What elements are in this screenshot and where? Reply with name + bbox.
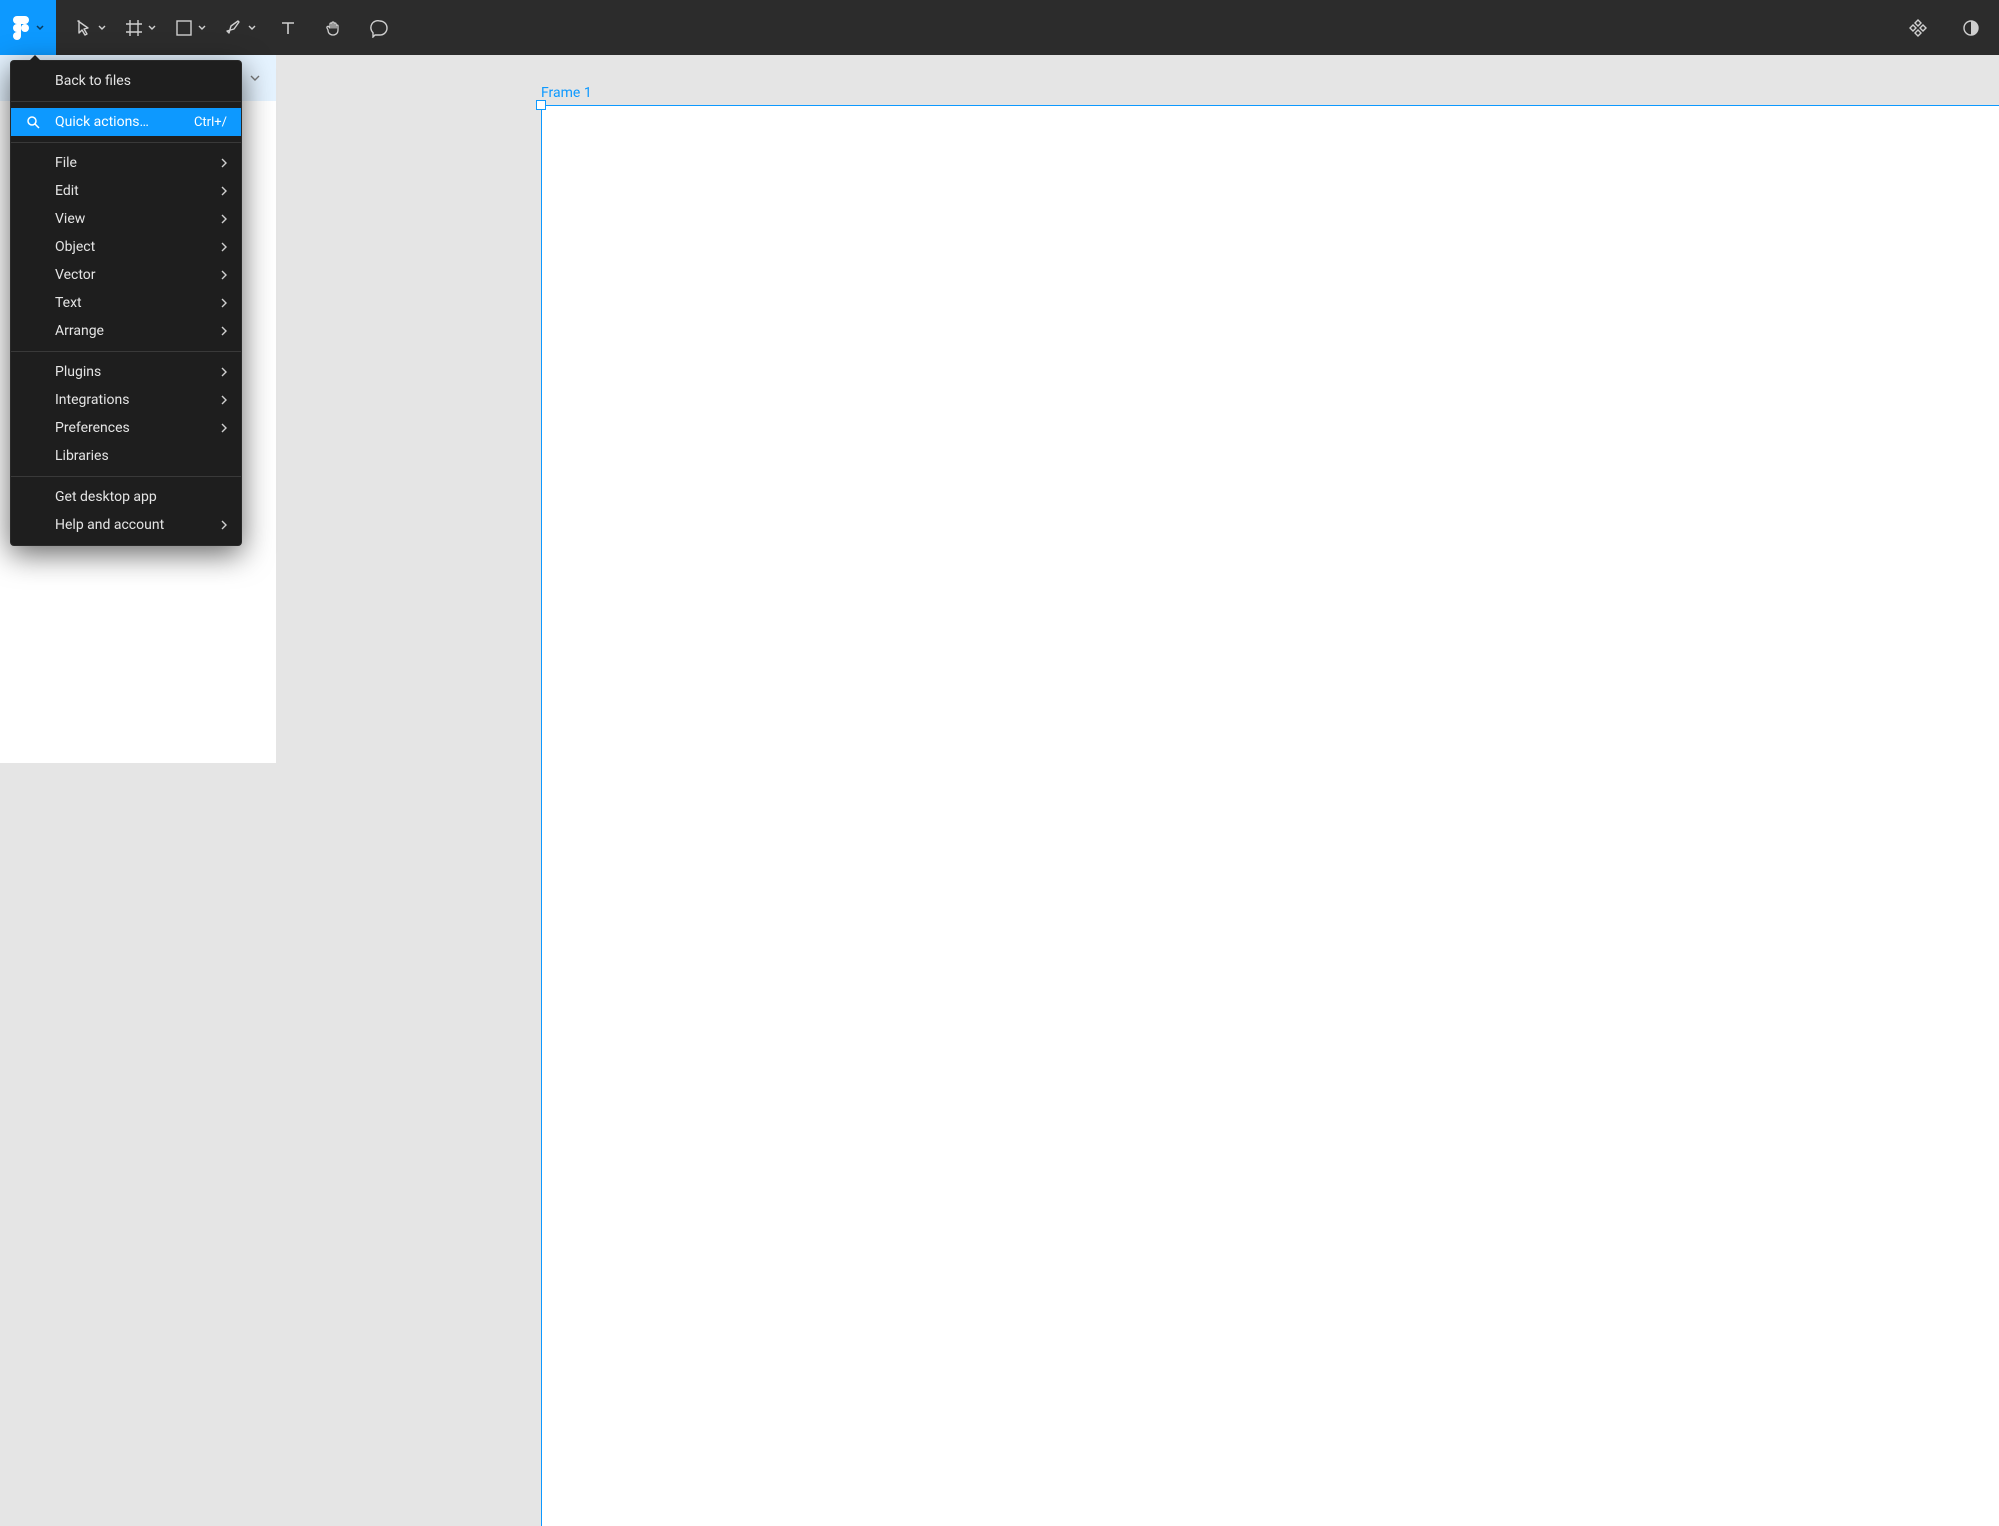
toolbar-right <box>1901 0 1987 55</box>
components-menu[interactable] <box>1901 8 1935 48</box>
menu-item-label: Libraries <box>55 448 109 464</box>
chevron-down-icon <box>98 24 106 32</box>
menu-shortcut: Ctrl+/ <box>194 115 227 130</box>
menu-preferences[interactable]: Preferences <box>11 414 241 442</box>
pen-tool[interactable] <box>218 8 262 48</box>
half-circle-icon <box>1961 18 1981 38</box>
frame-label[interactable]: Frame 1 <box>541 85 592 101</box>
menu-separator <box>11 351 241 352</box>
figma-logo-icon <box>12 15 30 41</box>
chevron-down-icon <box>198 24 206 32</box>
text-icon <box>278 18 298 38</box>
menu-item-label: Preferences <box>55 420 130 436</box>
menu-item-label: View <box>55 211 85 227</box>
chevron-right-icon <box>221 214 227 224</box>
menu-item-label: Arrange <box>55 323 104 339</box>
shape-tool[interactable] <box>168 8 212 48</box>
menu-get-desktop-app[interactable]: Get desktop app <box>11 483 241 511</box>
menu-text[interactable]: Text <box>11 289 241 317</box>
comment-icon <box>370 18 390 38</box>
menu-object[interactable]: Object <box>11 233 241 261</box>
chevron-down-icon <box>148 24 156 32</box>
chevron-right-icon <box>221 186 227 196</box>
menu-arrange[interactable]: Arrange <box>11 317 241 345</box>
menu-item-label: Object <box>55 239 95 255</box>
menu-item-label: Text <box>55 295 82 311</box>
menu-libraries[interactable]: Libraries <box>11 442 241 470</box>
menu-item-label: Quick actions… <box>55 114 149 130</box>
menu-separator <box>11 101 241 102</box>
chevron-right-icon <box>221 520 227 530</box>
menu-item-label: File <box>55 155 77 171</box>
hand-tool[interactable] <box>314 8 354 48</box>
menu-view[interactable]: View <box>11 205 241 233</box>
rectangle-icon <box>174 18 194 38</box>
menu-item-label: Back to files <box>55 73 131 89</box>
chevron-right-icon <box>221 298 227 308</box>
menu-vector[interactable]: Vector <box>11 261 241 289</box>
hand-icon <box>324 18 344 38</box>
canvas[interactable]: Frame 1 <box>276 55 1999 763</box>
menu-pointer <box>29 55 41 61</box>
search-icon <box>25 114 41 130</box>
chevron-down-icon <box>36 25 44 31</box>
theme-toggle[interactable] <box>1955 8 1987 48</box>
cursor-icon <box>74 18 94 38</box>
text-tool[interactable] <box>268 8 308 48</box>
chevron-right-icon <box>221 270 227 280</box>
menu-back-to-files[interactable]: Back to files <box>11 67 241 95</box>
menu-integrations[interactable]: Integrations <box>11 386 241 414</box>
menu-item-label: Get desktop app <box>55 489 157 505</box>
main-menu: Back to files Quick actions… Ctrl+/ File… <box>10 60 242 546</box>
chevron-right-icon <box>221 423 227 433</box>
menu-item-label: Edit <box>55 183 79 199</box>
chevron-down-icon <box>248 24 256 32</box>
components-icon <box>1907 17 1929 39</box>
chevron-right-icon <box>221 326 227 336</box>
menu-separator <box>11 142 241 143</box>
menu-plugins[interactable]: Plugins <box>11 358 241 386</box>
frame[interactable] <box>541 105 1999 1526</box>
menu-edit[interactable]: Edit <box>11 177 241 205</box>
move-tool[interactable] <box>68 8 112 48</box>
frame-icon <box>124 18 144 38</box>
chevron-right-icon <box>221 242 227 252</box>
comment-tool[interactable] <box>360 8 400 48</box>
menu-item-label: Integrations <box>55 392 129 408</box>
menu-separator <box>11 476 241 477</box>
chevron-down-icon <box>250 70 260 86</box>
menu-file[interactable]: File <box>11 149 241 177</box>
menu-quick-actions[interactable]: Quick actions… Ctrl+/ <box>11 108 241 136</box>
tool-group <box>56 0 400 55</box>
menu-help-account[interactable]: Help and account <box>11 511 241 539</box>
top-toolbar <box>0 0 1999 55</box>
menu-item-label: Help and account <box>55 517 164 533</box>
menu-item-label: Vector <box>55 267 96 283</box>
pen-icon <box>224 18 244 38</box>
chevron-right-icon <box>221 395 227 405</box>
main-menu-button[interactable] <box>0 0 56 55</box>
chevron-right-icon <box>221 158 227 168</box>
selection-handle-top-left[interactable] <box>536 100 546 110</box>
chevron-right-icon <box>221 367 227 377</box>
menu-item-label: Plugins <box>55 364 101 380</box>
frame-tool[interactable] <box>118 8 162 48</box>
